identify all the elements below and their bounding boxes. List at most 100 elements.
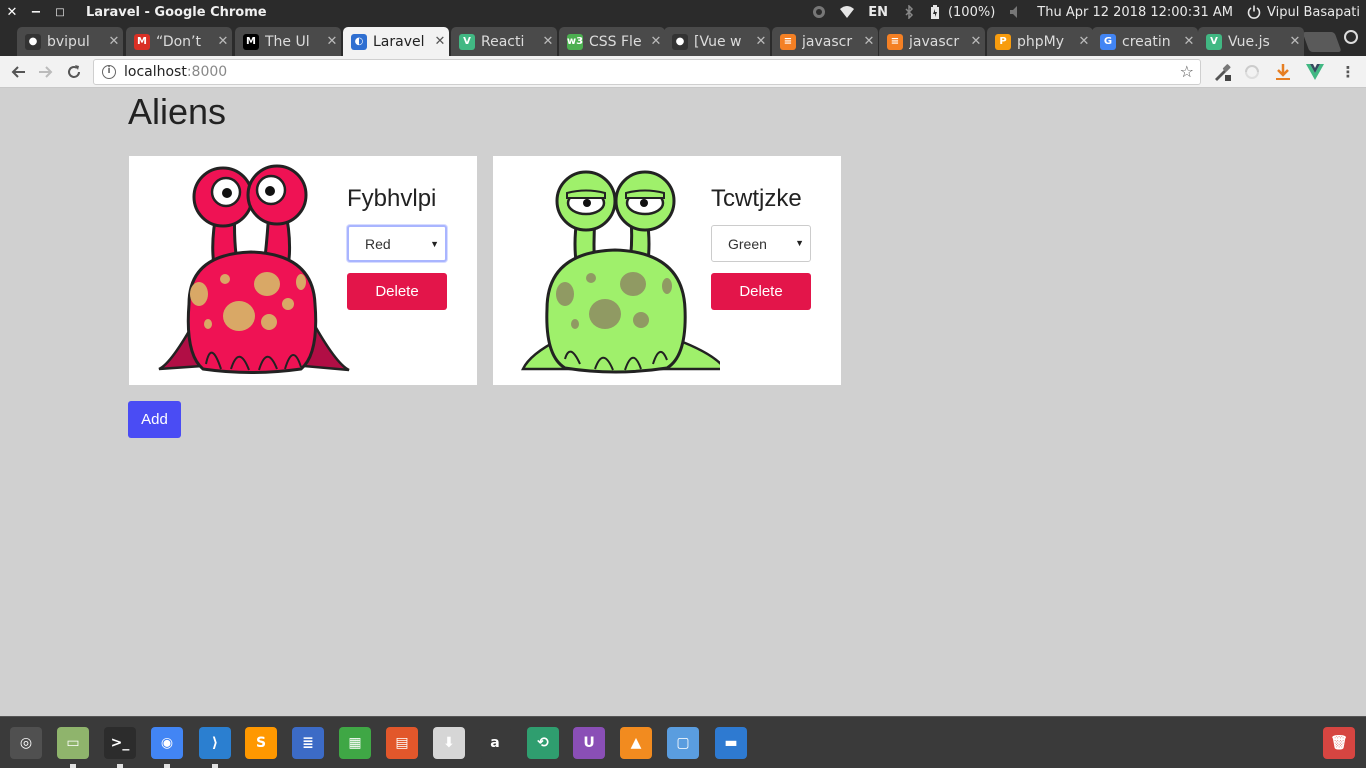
sublime-icon[interactable]: S	[245, 727, 277, 759]
delete-alien-button[interactable]: Delete	[347, 273, 447, 310]
tab-close-icon[interactable]: ✕	[431, 34, 449, 49]
vue-devtools-icon[interactable]	[1305, 62, 1325, 82]
add-alien-button[interactable]: Add	[128, 401, 181, 438]
new-tab-button[interactable]	[1302, 32, 1342, 52]
tab-close-icon[interactable]: ✕	[967, 34, 985, 49]
browser-tab[interactable]: Gcreatin ✕	[1092, 27, 1198, 56]
running-indicator	[70, 764, 76, 768]
volume-icon[interactable]	[1009, 5, 1023, 19]
tab-close-icon[interactable]: ✕	[752, 34, 770, 49]
clock[interactable]: Thu Apr 12 2018 12:00:31 AM	[1037, 5, 1233, 20]
page-content: Aliens Fybhvlpi Red ▼ Delete Tcwtjzke Gr…	[0, 89, 1366, 716]
upwork-icon[interactable]: U	[573, 727, 605, 759]
keyboard-language[interactable]: EN	[868, 5, 888, 20]
tab-label: CSS Fle	[589, 33, 642, 50]
system-tray: EN (100%) Thu Apr 12 2018 12:00:31 AM Vi…	[812, 0, 1360, 24]
bookmark-star-icon[interactable]: ☆	[1180, 62, 1194, 81]
battery-icon	[930, 5, 944, 19]
software-center-icon[interactable]: ⬇	[433, 727, 465, 759]
phpmyadmin-icon: P	[995, 33, 1011, 50]
delete-alien-button[interactable]: Delete	[711, 273, 811, 310]
sync-extension-icon[interactable]	[1242, 62, 1262, 82]
alien-card: Tcwtjzke Green ▼ Delete	[493, 156, 841, 385]
browser-tab[interactable]: PphpMy ✕	[987, 27, 1093, 56]
taskbar: ◎ ▭ >_ ◉ ⟩ S ≣ ▦ ▤ ⬇ a ⟲ U ▲ ▢ ▬ 🗑	[0, 716, 1366, 768]
github-icon: ●	[672, 33, 688, 50]
browser-tab[interactable]: M The Ul ✕	[235, 27, 341, 56]
trash-icon[interactable]: 🗑	[1323, 727, 1355, 759]
reload-icon	[68, 64, 80, 78]
bluetooth-icon[interactable]	[902, 4, 916, 20]
tab-close-icon[interactable]: ✕	[860, 34, 878, 49]
stackoverflow-icon: ≡	[780, 33, 796, 50]
tab-close-icon[interactable]: ✕	[647, 34, 665, 49]
calc-icon[interactable]: ▦	[339, 727, 371, 759]
running-indicator	[212, 764, 218, 768]
browser-tab[interactable]: V Vue.js ✕	[1198, 27, 1304, 56]
browser-toolbar: i localhost:8000 ☆ ⋮	[0, 56, 1366, 88]
browser-tab[interactable]: M “Don’t ✕	[126, 27, 232, 56]
tab-label: bvipul	[47, 33, 90, 50]
browser-tab[interactable]: V Reacti ✕	[451, 27, 557, 56]
profile-icon[interactable]	[1344, 30, 1358, 44]
impress-icon[interactable]: ▤	[386, 727, 418, 759]
writer-icon[interactable]: ≣	[292, 727, 324, 759]
tab-close-icon[interactable]: ✕	[1075, 34, 1093, 49]
browser-tab[interactable]: ≡ javascr ✕	[772, 27, 878, 56]
vscode-icon[interactable]: ⟩	[199, 727, 231, 768]
google-icon: G	[1100, 33, 1116, 50]
tab-close-icon[interactable]: ✕	[1180, 34, 1198, 49]
w3schools-icon: w3	[567, 33, 583, 50]
tab-close-icon[interactable]: ✕	[1286, 34, 1304, 49]
tab-label: javascr	[802, 33, 853, 50]
minimize-window-button[interactable]: −	[24, 5, 48, 20]
eyedropper-extension-icon[interactable]	[1212, 62, 1232, 82]
browser-tab[interactable]: ● [Vue w ✕	[664, 27, 770, 56]
indicator-icon[interactable]	[812, 5, 826, 19]
tab-label: “Don’t	[156, 33, 201, 50]
ubuntu-icon[interactable]: ◎	[10, 727, 42, 759]
battery-level: (100%)	[947, 4, 996, 20]
tab-close-icon[interactable]: ✕	[105, 34, 123, 49]
alien-card: Fybhvlpi Red ▼ Delete	[129, 156, 477, 385]
wifi-icon[interactable]	[840, 5, 855, 19]
browser-tab[interactable]: ● bvipul ✕	[17, 27, 123, 56]
vue-icon: V	[1206, 33, 1222, 50]
amazon-icon[interactable]: a	[479, 727, 511, 759]
close-window-button[interactable]: ✕	[0, 5, 24, 20]
chrome-menu-icon[interactable]: ⋮	[1338, 62, 1358, 82]
color-select[interactable]: Red ▼	[347, 225, 447, 262]
tab-label: Reacti	[481, 33, 525, 50]
running-indicator	[164, 764, 170, 768]
address-bar[interactable]: i localhost:8000 ☆	[93, 59, 1201, 85]
browser-tab[interactable]: ≡ javascr ✕	[879, 27, 985, 56]
reload-button[interactable]	[60, 58, 88, 86]
alien-name: Tcwtjzke	[711, 185, 802, 212]
tab-close-icon[interactable]: ✕	[539, 34, 557, 49]
tab-label: Vue.js	[1228, 33, 1270, 50]
battery-indicator[interactable]: (100%)	[930, 5, 995, 20]
window-title: Laravel - Google Chrome	[86, 4, 267, 20]
screenshot-icon[interactable]: ▢	[667, 727, 699, 759]
back-button[interactable]	[4, 58, 32, 86]
desktop-icon[interactable]: ▬	[715, 727, 747, 759]
alien-name: Fybhvlpi	[347, 185, 437, 212]
download-icon[interactable]	[1273, 62, 1293, 82]
session-menu[interactable]: Vipul Basapati	[1247, 5, 1360, 20]
url-port: :8000	[186, 64, 228, 80]
color-select[interactable]: Green ▼	[711, 225, 811, 262]
chrome-icon[interactable]: ◉	[151, 727, 183, 768]
forward-button[interactable]	[32, 58, 60, 86]
files-icon[interactable]: ▭	[57, 727, 89, 768]
vlc-icon[interactable]: ▲	[620, 727, 652, 759]
browser-tab[interactable]: w3 CSS Fle ✕	[559, 27, 665, 56]
tab-label: The Ul	[265, 33, 310, 50]
browser-tab[interactable]: ◐ Laravel ✕	[343, 27, 449, 56]
maximize-window-button[interactable]: □	[48, 7, 72, 18]
tab-close-icon[interactable]: ✕	[323, 34, 341, 49]
site-info-icon[interactable]: i	[102, 65, 116, 79]
tab-close-icon[interactable]: ✕	[214, 34, 232, 49]
terminal-icon[interactable]: >_	[104, 727, 136, 768]
mintupdate-icon[interactable]: ⟲	[527, 727, 559, 759]
tab-label: Laravel	[373, 33, 425, 50]
